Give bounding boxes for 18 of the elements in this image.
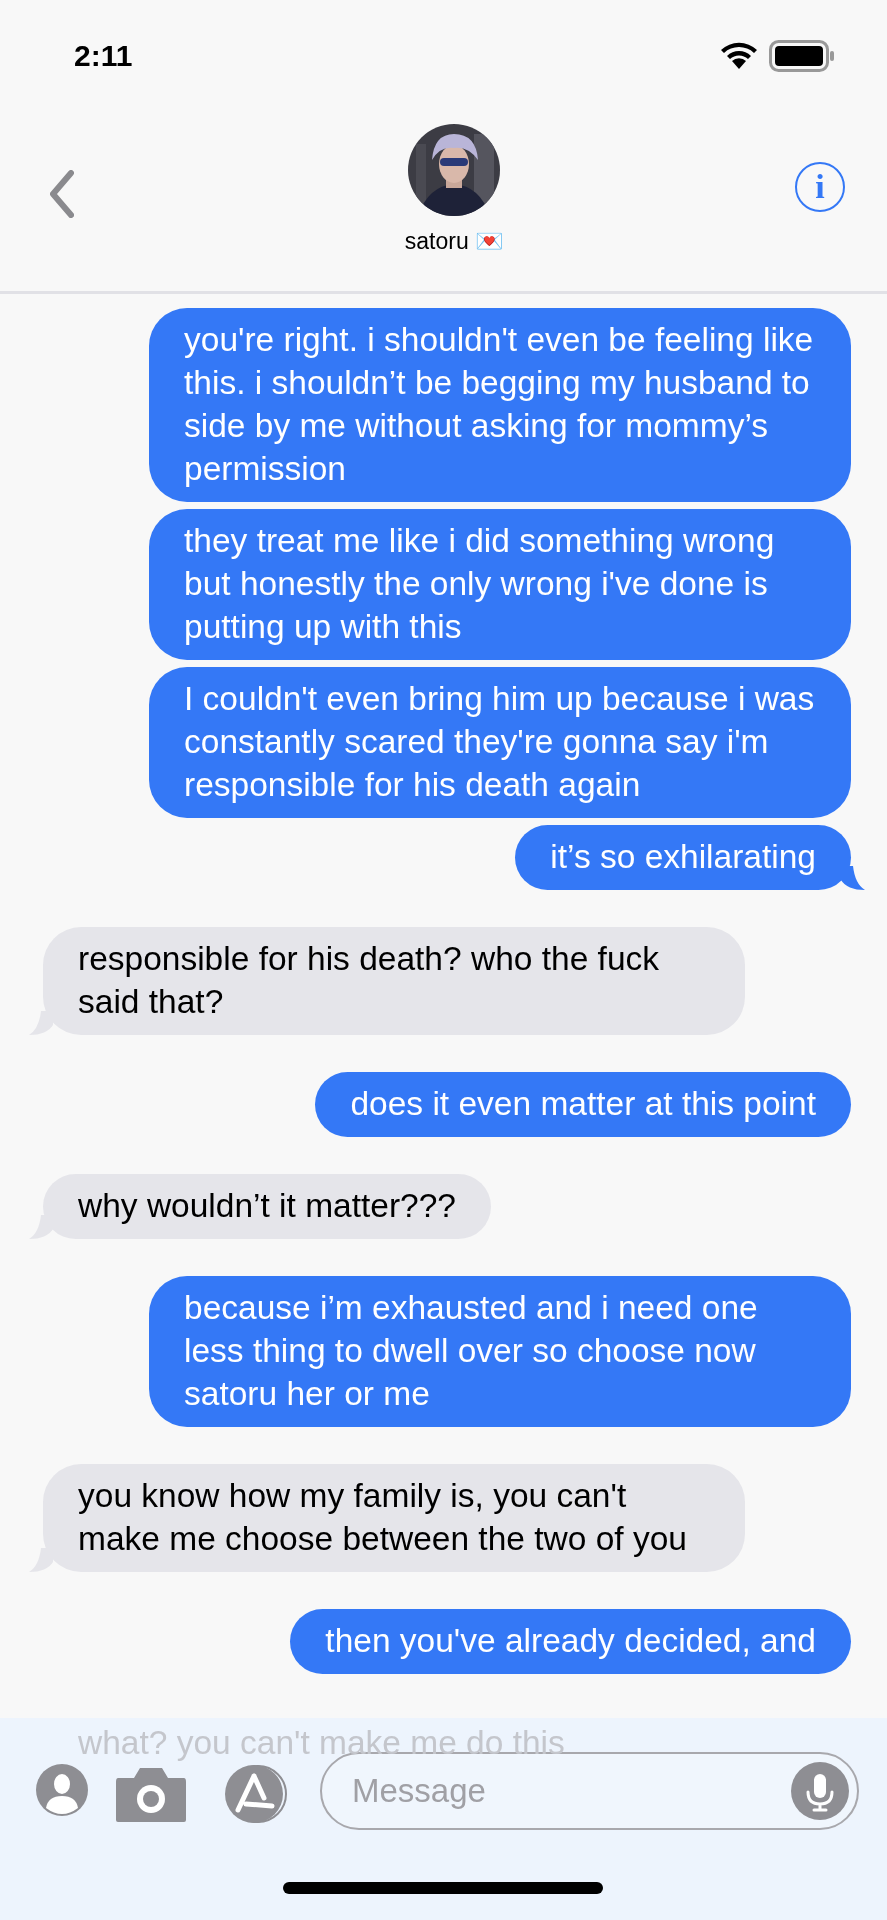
back-icon[interactable]	[50, 170, 74, 218]
battery-icon	[769, 40, 835, 72]
message-bubble: they treat me like i did something wrong but honestly the only wrong i've done is putting up with this	[149, 509, 851, 660]
message-bubble: does it even matter at this point	[315, 1072, 851, 1137]
status-time: 2:11	[74, 39, 133, 73]
message-bubble: responsible for his death? who the fuck said that?	[43, 927, 745, 1035]
message-bubble: you know how my family is, you can't make me choose between the two of you	[43, 1464, 745, 1572]
message-bubble: I couldn't even bring him up because i was constantly scared they're gonna say i'm responsible for his death again	[149, 667, 851, 818]
message-bubble: you're right. i shouldn't even be feeling like this. i shouldn’t be begging my husband to side by me without asking for mommy’s permission	[149, 308, 851, 502]
contact-name[interactable]: satoru 💌	[404, 228, 505, 255]
wifi-icon	[719, 41, 759, 71]
message-bubble: then you've already decided, and	[290, 1609, 851, 1674]
microphone-icon[interactable]	[791, 1762, 849, 1820]
message-bubble: why wouldn’t it matter???	[43, 1174, 491, 1239]
message-bubble: it’s so exhilarating	[515, 825, 851, 890]
info-button[interactable]: i	[795, 162, 845, 212]
contact-icon[interactable]	[36, 1764, 88, 1816]
message-bubble: because i’m exhausted and i need one less thing to dwell over so choose now satoru her or me	[149, 1276, 851, 1427]
